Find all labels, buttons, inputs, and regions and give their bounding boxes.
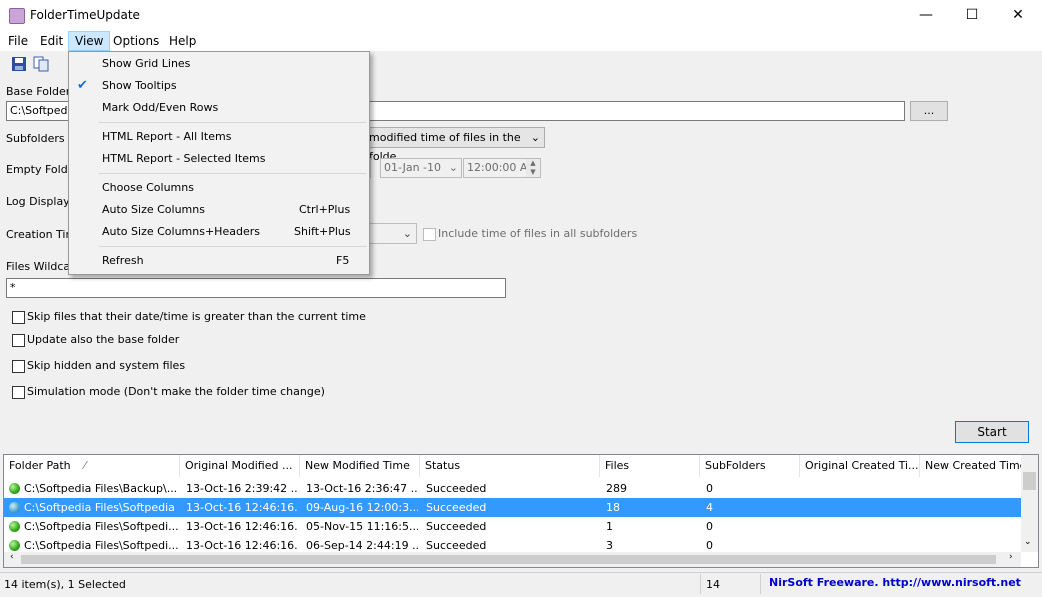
start-button[interactable]: Start [955, 421, 1029, 443]
sort-arrow-icon: ⁄ [84, 459, 86, 472]
column-original-created[interactable]: Original Created Ti... [800, 455, 920, 477]
menu-mark-odd-even-rows[interactable]: Mark Odd/Even Rows [69, 97, 369, 119]
skip-future-checkbox[interactable] [12, 311, 25, 324]
menu-auto-size-columns-headers[interactable]: Auto Size Columns+Headers Shift+Plus [69, 221, 369, 243]
menu-options[interactable]: Options [107, 31, 165, 51]
menu-refresh[interactable]: Refresh F5 [69, 250, 369, 272]
browse-button[interactable]: ... [910, 101, 948, 121]
column-files[interactable]: Files [600, 455, 700, 477]
title-bar [0, 0, 1042, 31]
scrollbar-thumb[interactable] [21, 555, 996, 564]
subfolders-combo[interactable]: modified time of files in the folde ⌄ [364, 127, 545, 163]
skip-future-label: Skip files that their date/time is great… [27, 310, 366, 323]
empty-time-picker[interactable]: 12:00:00 AM ▲ ▼ [463, 158, 541, 178]
scroll-right-arrow-icon[interactable]: › [1009, 552, 1013, 562]
results-list[interactable]: Folder Path ⁄ Original Modified ... New … [3, 454, 1039, 568]
status-count: 14 [706, 578, 720, 591]
menu-separator [99, 173, 367, 174]
creation-time-combo[interactable]: ⌄ [364, 223, 417, 244]
chevron-down-icon: ⌄ [448, 161, 458, 174]
view-menu-dropdown: Show Grid Lines ✔ Show Tooltips Mark Odd… [68, 51, 370, 275]
copy-icon[interactable] [33, 56, 49, 72]
scrollbar-thumb[interactable] [1023, 472, 1036, 490]
simulation-label: Simulation mode (Don't make the folder t… [27, 385, 325, 398]
nirsoft-link[interactable]: NirSoft Freeware. http://www.nirsoft.net [769, 576, 1021, 589]
menu-help[interactable]: Help [163, 31, 202, 51]
skip-hidden-checkbox[interactable] [12, 360, 25, 373]
chevron-down-icon: ⌄ [530, 131, 540, 144]
horizontal-scrollbar[interactable]: ‹ › [4, 552, 1021, 567]
menu-show-grid-lines[interactable]: Show Grid Lines [69, 53, 369, 75]
menu-show-tooltips[interactable]: ✔ Show Tooltips [69, 75, 369, 97]
menu-edit[interactable]: Edit [34, 31, 69, 51]
checkmark-icon: ✔ [77, 78, 88, 93]
maximize-button[interactable]: ☐ [949, 0, 995, 31]
vertical-scrollbar[interactable]: ⌄ [1021, 455, 1038, 552]
column-subfolders[interactable]: SubFolders [700, 455, 800, 477]
menu-auto-size-columns[interactable]: Auto Size Columns Ctrl+Plus [69, 199, 369, 221]
minimize-button[interactable]: — [903, 0, 949, 31]
menu-separator [99, 246, 367, 247]
app-icon [9, 8, 25, 24]
base-folder-label: Base Folder: [6, 85, 74, 98]
empty-date-picker[interactable]: 01-Jan -10 ⌄ [380, 158, 462, 178]
table-row-selected[interactable]: C:\Softpedia Files\Softpedia 13-Oct-16 1… [4, 498, 1021, 517]
include-subfolders-checkbox[interactable] [423, 228, 436, 241]
skip-hidden-label: Skip hidden and system files [27, 359, 186, 372]
menu-html-report-all[interactable]: HTML Report - All Items [69, 126, 369, 148]
window-title: FolderTimeUpdate [30, 8, 140, 22]
menu-html-report-selected[interactable]: HTML Report - Selected Items [69, 148, 369, 170]
status-divider [700, 574, 701, 594]
table-row[interactable]: C:\Softpedia Files\Backup\... 13-Oct-16 … [4, 479, 1021, 498]
menu-view[interactable]: View [68, 31, 111, 51]
spinner-icon[interactable]: ▲ ▼ [526, 159, 540, 177]
include-subfolders-label: Include time of files in all subfolders [438, 227, 638, 240]
column-new-modified[interactable]: New Modified Time [300, 455, 420, 477]
subfolders-label: Subfolders D [6, 132, 77, 145]
save-icon[interactable] [11, 56, 27, 72]
scroll-down-arrow-icon[interactable]: ⌄ [1024, 537, 1032, 547]
menu-file[interactable]: File [2, 31, 34, 51]
creation-time-label: Creation Tim [6, 228, 77, 241]
status-ball-icon [9, 483, 20, 494]
status-item-count: 14 item(s), 1 Selected [4, 578, 126, 591]
status-divider [760, 574, 761, 594]
menu-separator [99, 122, 367, 123]
column-status[interactable]: Status [420, 455, 600, 477]
update-base-label: Update also the base folder [27, 333, 180, 346]
close-button[interactable]: ✕ [995, 0, 1041, 31]
status-ball-icon [9, 540, 20, 551]
column-folder-path[interactable]: Folder Path ⁄ [4, 455, 180, 477]
scroll-left-arrow-icon[interactable]: ‹ [10, 552, 14, 562]
chevron-down-icon: ⌄ [402, 227, 412, 240]
column-original-modified[interactable]: Original Modified ... [180, 455, 300, 477]
status-ball-icon [9, 521, 20, 532]
update-base-checkbox[interactable] [12, 334, 25, 347]
empty-date-value: 01-Jan -10 [384, 161, 441, 174]
wildcard-input[interactable]: * [6, 278, 506, 298]
status-ball-icon [9, 502, 20, 513]
table-row[interactable]: C:\Softpedia Files\Softpedi... 13-Oct-16… [4, 517, 1021, 536]
log-display-label: Log Display: [6, 195, 73, 208]
menu-choose-columns[interactable]: Choose Columns [69, 177, 369, 199]
simulation-checkbox[interactable] [12, 386, 25, 399]
